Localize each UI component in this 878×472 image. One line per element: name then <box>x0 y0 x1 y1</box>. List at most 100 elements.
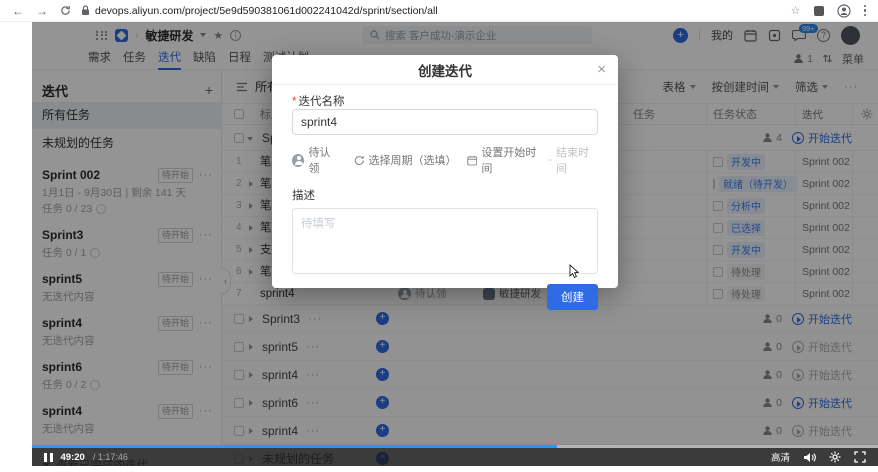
more-icon[interactable]: ··· <box>306 425 320 437</box>
group-row[interactable]: sprint6 ··· + 0 开始迭代 <box>222 389 878 417</box>
quick-add-icon[interactable]: + <box>376 424 389 437</box>
user-avatar[interactable] <box>841 25 860 45</box>
sidebar-sprint[interactable]: sprint5 待开始 ··· 无迭代内容 <box>42 261 213 305</box>
view-mode-dropdown[interactable]: 表格 <box>663 79 696 95</box>
checkbox[interactable] <box>234 313 244 324</box>
sidebar-sprint[interactable]: Sprint3 待开始 ··· 任务 0 / 1 <box>42 217 213 261</box>
start-iteration-button[interactable]: 开始迭代 <box>792 395 852 411</box>
info-icon[interactable]: i <box>230 29 242 41</box>
members-control[interactable]: 1 <box>793 53 813 65</box>
group-row[interactable]: sprint4 ··· + 0 开始迭代 <box>222 361 878 389</box>
expand-arrow-icon[interactable] <box>249 316 253 322</box>
checkbox[interactable] <box>234 341 244 352</box>
group-collapse-icon[interactable] <box>236 82 248 92</box>
help-icon[interactable]: ? <box>817 28 830 42</box>
start-iteration-button[interactable]: 开始迭代 <box>792 423 852 439</box>
iteration-name-input[interactable] <box>292 109 598 135</box>
checkbox[interactable] <box>234 369 244 380</box>
tab-iterations[interactable]: 迭代 <box>158 48 181 70</box>
tab-requirements[interactable]: 需求 <box>88 48 111 70</box>
pause-icon[interactable] <box>44 452 53 462</box>
more-icon[interactable]: ··· <box>844 81 858 93</box>
status-cell[interactable]: 已选择 <box>706 217 795 238</box>
favorite-star-icon[interactable]: ★ <box>213 29 223 42</box>
quick-add-icon[interactable]: + <box>376 396 389 409</box>
settings-gear-icon[interactable] <box>829 451 841 463</box>
extension-icon[interactable] <box>813 5 824 16</box>
tab-schedule[interactable]: 日程 <box>228 48 251 70</box>
back-icon[interactable]: ← <box>12 4 24 18</box>
column-settings-gear-icon[interactable] <box>861 108 873 120</box>
more-icon[interactable]: ··· <box>306 341 320 353</box>
checkbox[interactable] <box>713 288 723 299</box>
filter-dropdown[interactable]: 筛选 <box>795 79 828 95</box>
expand-arrow-icon[interactable] <box>249 203 253 209</box>
col-status[interactable]: 任务状态 <box>706 104 795 124</box>
sidebar-sprint[interactable]: sprint4 待开始 ··· 无迭代内容 <box>42 393 213 437</box>
more-icon[interactable]: ··· <box>308 313 322 325</box>
description-textarea[interactable] <box>292 208 598 274</box>
video-progress-bar[interactable] <box>32 445 878 448</box>
expand-arrow-icon[interactable] <box>249 428 253 434</box>
chrome-menu-icon[interactable] <box>863 4 866 17</box>
volume-icon[interactable] <box>803 452 816 463</box>
create-button[interactable]: 创建 <box>547 284 598 310</box>
quick-add-icon[interactable]: + <box>376 368 389 381</box>
assignee-picker[interactable]: 待认领 <box>292 144 340 176</box>
appgrid-icon[interactable] <box>96 30 108 40</box>
more-icon[interactable]: ··· <box>199 405 213 417</box>
checkbox[interactable] <box>713 200 723 211</box>
status-cell[interactable]: 开发中 <box>706 151 795 172</box>
expand-arrow-icon[interactable] <box>249 225 253 231</box>
more-icon[interactable]: ··· <box>199 229 213 241</box>
status-cell[interactable]: 开发中 <box>706 239 795 260</box>
checkbox[interactable] <box>234 397 244 408</box>
more-icon[interactable]: ··· <box>199 361 213 373</box>
start-iteration-button[interactable]: 开始迭代 <box>792 339 852 355</box>
collapse-arrow-icon[interactable] <box>247 137 253 141</box>
forward-icon[interactable]: → <box>36 4 48 18</box>
search-input[interactable]: 搜索 客户成功-演示企业 <box>362 26 592 44</box>
message-icon[interactable]: 99+ <box>792 23 818 42</box>
more-icon[interactable]: ··· <box>199 169 213 181</box>
workbench-icon[interactable] <box>768 29 781 42</box>
calendar-icon[interactable] <box>744 29 757 42</box>
tab-defects[interactable]: 缺陷 <box>193 48 216 70</box>
url-text[interactable]: devops.aliyun.com/project/5e9d590381061d… <box>95 5 438 17</box>
expand-arrow-icon[interactable] <box>249 344 253 350</box>
more-icon[interactable]: ··· <box>199 273 213 285</box>
time-range-picker[interactable]: 设置开始时间 - 结束时间 <box>467 144 598 176</box>
group-row[interactable]: sprint5 ··· + 0 开始迭代 <box>222 333 878 361</box>
start-iteration-button[interactable]: 开始迭代 <box>792 311 852 327</box>
create-plus-icon[interactable]: + <box>673 27 688 43</box>
col-mid[interactable]: 任务 <box>633 104 655 124</box>
expand-arrow-icon[interactable] <box>249 181 253 187</box>
logo-icon[interactable] <box>115 28 128 42</box>
more-icon[interactable]: ··· <box>306 369 320 381</box>
expand-arrow-icon[interactable] <box>249 372 253 378</box>
checkbox[interactable] <box>234 132 244 143</box>
status-cell[interactable]: 待处理 <box>706 283 795 304</box>
cycle-picker[interactable]: 选择周期（选填） <box>354 152 457 168</box>
quick-add-icon[interactable]: + <box>376 340 389 353</box>
start-iteration-button[interactable]: 开始迭代 <box>792 130 852 146</box>
checkbox[interactable] <box>713 244 723 255</box>
expand-arrow-icon[interactable] <box>249 247 253 253</box>
group-row[interactable]: sprint4 ··· + 0 开始迭代 <box>222 417 878 445</box>
select-all-checkbox[interactable] <box>234 109 244 119</box>
sidebar-sprint[interactable]: sprint4 待开始 ··· 无迭代内容 <box>42 305 213 349</box>
project-caret-icon[interactable] <box>200 33 207 37</box>
checkbox[interactable] <box>713 178 715 189</box>
fullscreen-icon[interactable] <box>854 451 866 463</box>
sort-dropdown[interactable]: 按创建时间 <box>712 79 779 95</box>
sidebar-item-all-tasks[interactable]: 所有任务 <box>32 102 221 129</box>
reload-icon[interactable] <box>60 5 71 16</box>
checkbox[interactable] <box>713 266 723 277</box>
quality-selector[interactable]: 高清 <box>771 450 790 464</box>
switch-icon[interactable] <box>822 53 833 64</box>
sidebar-sprint[interactable]: Sprint 002 待开始 ··· 1月1日 - 9月30日 | 剩余 141… <box>42 157 213 217</box>
close-icon[interactable]: × <box>597 61 606 78</box>
checkbox[interactable] <box>234 425 244 436</box>
menu-button[interactable]: 菜单 <box>842 51 864 67</box>
expand-arrow-icon[interactable] <box>249 400 253 406</box>
